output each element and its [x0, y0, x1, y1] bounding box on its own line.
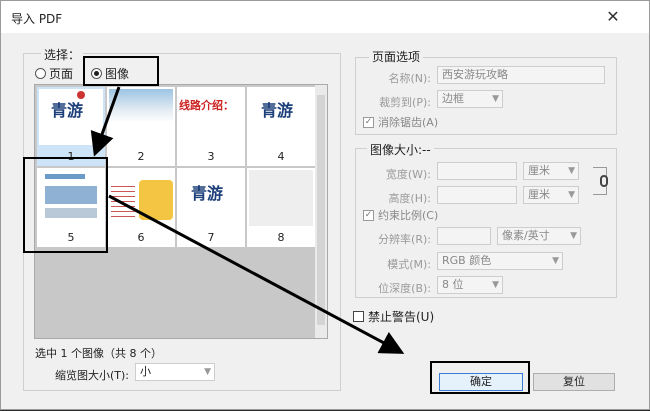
- chevron-down-icon: ▼: [568, 190, 575, 200]
- mode-select[interactable]: RGB 颜色 ▼: [437, 252, 563, 270]
- thumb-1-text: 青游: [51, 101, 84, 120]
- thumbnail-number: 2: [137, 150, 145, 163]
- title-bar: 导入 PDF ✕: [1, 1, 649, 33]
- radio-page-dot: [35, 68, 46, 79]
- thumbnail-7[interactable]: 青游 7: [177, 168, 245, 247]
- name-field[interactable]: 西安游玩攻略: [437, 66, 605, 84]
- thumb-6-lines: [111, 182, 135, 218]
- annotation-box-image-radio: [83, 56, 159, 86]
- depth-select[interactable]: 8 位 ▼: [437, 276, 503, 294]
- thumbnail-number: 3: [207, 150, 215, 163]
- import-pdf-dialog: 导入 PDF ✕ 选择： 页面 图像 青游 1 2 线路介绍： 3 青游 4 5: [0, 0, 650, 410]
- suppress-warnings-label: 禁止警告(U): [368, 310, 435, 324]
- thumb-4-text: 青游: [261, 101, 294, 120]
- thumbnail-3[interactable]: 线路介绍： 3: [177, 87, 245, 166]
- crop-select[interactable]: 边框 ▼: [437, 90, 503, 108]
- selection-status: 选中 1 个图像（共 8 个）: [35, 347, 162, 360]
- mode-label: 模式(M):: [387, 258, 431, 271]
- thumbnail-number: 7: [207, 231, 215, 244]
- thumb-size-select[interactable]: 小 ▼: [135, 363, 215, 381]
- chevron-down-icon: ▼: [570, 231, 577, 241]
- check-icon: ✓: [363, 116, 374, 128]
- width-label: 宽度(W):: [385, 168, 431, 181]
- chevron-down-icon: ▼: [492, 280, 499, 290]
- thumbnail-number: 6: [137, 231, 145, 244]
- depth-label: 位深度(B):: [378, 282, 431, 295]
- radio-page[interactable]: 页面: [35, 65, 73, 82]
- depth-value: 8 位: [442, 278, 464, 291]
- chevron-down-icon: ▼: [204, 367, 211, 377]
- height-unit-select[interactable]: 厘米 ▼: [523, 186, 579, 204]
- antialias-label: 消除锯齿(A): [378, 116, 439, 129]
- mode-value: RGB 颜色: [442, 254, 492, 267]
- chevron-down-icon: ▼: [568, 166, 575, 176]
- height-field[interactable]: [437, 186, 517, 204]
- thumbnail-4-image: 青游: [249, 89, 313, 145]
- reset-button[interactable]: 复位: [533, 373, 615, 391]
- antialias-checkbox[interactable]: ✓ 消除锯齿(A): [363, 114, 438, 130]
- chevron-down-icon: ▼: [492, 94, 499, 104]
- height-label: 高度(H):: [388, 192, 431, 205]
- thumbnail-1[interactable]: 青游 1: [37, 87, 105, 166]
- page-options-label: 页面选项: [369, 48, 424, 65]
- resolution-unit-select[interactable]: 像素/英寸 ▼: [497, 227, 581, 245]
- scrollbar-thumb[interactable]: [317, 95, 325, 325]
- thumbnail-8[interactable]: 8: [247, 168, 315, 247]
- thumbnail-2[interactable]: 2: [107, 87, 175, 166]
- name-label: 名称(N):: [388, 72, 431, 85]
- thumbnail-scrollbar[interactable]: [315, 85, 327, 338]
- crop-value: 边框: [442, 92, 464, 105]
- annotation-box-ok-button: [430, 361, 530, 394]
- close-icon[interactable]: ✕: [602, 7, 624, 27]
- thumbnail-7-image: 青游: [179, 170, 243, 226]
- check-icon: ✓: [363, 209, 374, 221]
- thumbnail-1-image: 青游: [39, 89, 103, 145]
- image-size-label: 图像大小:--: [367, 141, 434, 158]
- thumbnail-4[interactable]: 青游 4: [247, 87, 315, 166]
- thumbnail-2-image: [109, 89, 173, 145]
- resolution-field[interactable]: [437, 227, 491, 245]
- width-unit: 厘米: [528, 164, 550, 177]
- seal-icon: [77, 91, 85, 99]
- chain-icon: [600, 175, 608, 187]
- thumb-6-block: [139, 180, 173, 220]
- thumb-3-text: 线路介绍：: [179, 99, 234, 112]
- width-field[interactable]: [437, 162, 517, 180]
- annotation-box-thumbnail-5: [23, 157, 108, 253]
- thumbnail-6-image: [109, 170, 173, 226]
- checkbox-box: [353, 311, 364, 322]
- thumbnail-number: 8: [277, 231, 285, 244]
- select-group-label: 选择：: [41, 46, 84, 63]
- thumbnail-number: 4: [277, 150, 285, 163]
- constrain-checkbox[interactable]: ✓ 约束比例(C): [363, 207, 438, 223]
- resolution-unit: 像素/英寸: [502, 229, 550, 242]
- width-unit-select[interactable]: 厘米 ▼: [523, 162, 579, 180]
- thumb-size-label: 缩览图大小(T):: [55, 369, 130, 382]
- resolution-label: 分辨率(R):: [378, 233, 431, 246]
- thumbnail-6[interactable]: 6: [107, 168, 175, 247]
- crop-label: 裁剪到(P):: [379, 96, 431, 109]
- chevron-down-icon: ▼: [552, 256, 559, 266]
- thumb-7-text: 青游: [191, 184, 224, 203]
- constrain-label: 约束比例(C): [378, 209, 439, 222]
- dialog-title: 导入 PDF: [11, 12, 63, 26]
- height-unit: 厘米: [528, 188, 550, 201]
- radio-page-label: 页面: [49, 67, 74, 81]
- thumbnail-8-image: [249, 170, 313, 226]
- suppress-warnings-checkbox[interactable]: 禁止警告(U): [353, 308, 434, 325]
- thumbnail-3-image: 线路介绍：: [179, 89, 243, 145]
- thumb-size-value: 小: [140, 365, 151, 378]
